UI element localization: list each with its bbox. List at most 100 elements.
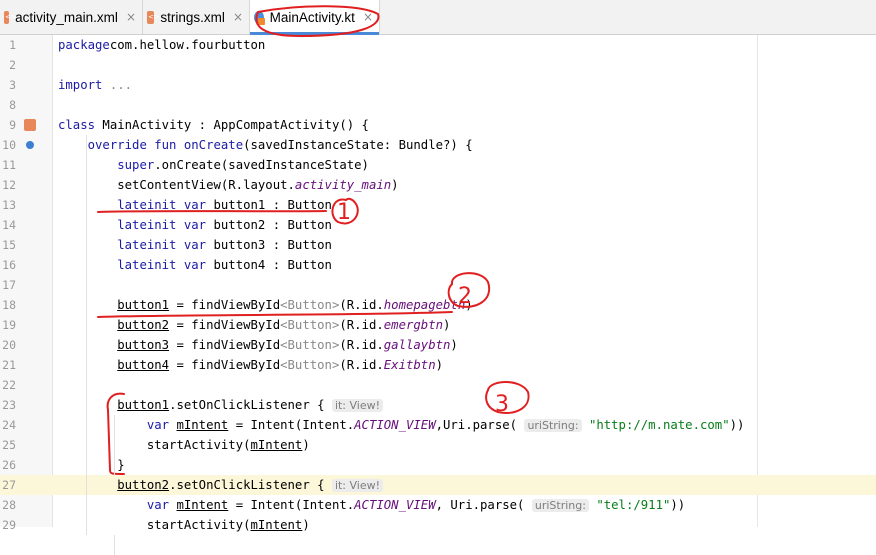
code-line[interactable]: 12 setContentView(R.layout.activity_main… xyxy=(0,175,876,195)
line-number: 15 xyxy=(2,238,16,252)
code-line[interactable]: 3 import ... xyxy=(0,75,876,95)
code-token: button4 : Button xyxy=(206,258,332,272)
code-line[interactable]: 16 lateinit var button4 : Button xyxy=(0,255,876,275)
code-token: button3 xyxy=(117,338,170,352)
tab-activity-main-xml[interactable]: activity_main.xml × xyxy=(0,0,143,34)
override-icon[interactable] xyxy=(26,141,34,149)
code-token: setContentView(R.layout. xyxy=(58,178,295,192)
code-line[interactable]: 10 override fun onCreate(savedInstanceSt… xyxy=(0,135,876,155)
code-token: mIntent xyxy=(176,418,229,432)
code-text: lateinit var button2 : Button xyxy=(58,215,332,235)
code-token: ) xyxy=(450,338,458,352)
code-text: button2.setOnClickListener { it: View! xyxy=(58,475,384,496)
code-line[interactable]: 1 packagecom.hellow.fourbutton xyxy=(0,35,876,55)
line-number: 16 xyxy=(2,258,16,272)
line-number: 8 xyxy=(9,98,16,112)
indent-guide xyxy=(114,415,115,475)
code-text: button3 = findViewById<Button>(R.id.gall… xyxy=(58,335,458,355)
code-line[interactable]: 9 class MainActivity : AppCompatActivity(… xyxy=(0,115,876,135)
code-token: lateinit var xyxy=(117,218,207,232)
line-number: 23 xyxy=(2,398,16,412)
code-token: ) xyxy=(465,298,473,312)
line-number: 26 xyxy=(2,458,16,472)
code-line[interactable]: 27 button2.setOnClickListener { it: View… xyxy=(0,475,876,495)
code-token: var xyxy=(146,418,170,432)
code-token: button4 xyxy=(117,358,170,372)
line-number: 28 xyxy=(2,498,16,512)
tab-label: strings.xml xyxy=(160,9,225,25)
close-tab-icon[interactable]: × xyxy=(363,10,373,24)
code-line[interactable]: 24 var mIntent = Intent(Intent.ACTION_VI… xyxy=(0,415,876,435)
code-line[interactable]: 14 lateinit var button2 : Button xyxy=(0,215,876,235)
code-line[interactable]: 21 button4 = findViewById<Button>(R.id.E… xyxy=(0,355,876,375)
code-line[interactable]: 23 button1.setOnClickListener { it: View… xyxy=(0,395,876,415)
code-text: setContentView(R.layout.activity_main) xyxy=(58,175,398,195)
code-token: = findViewById xyxy=(169,338,281,352)
code-token: <Button> xyxy=(280,358,340,372)
parameter-hint: uriString: xyxy=(524,419,582,432)
code-token: .onCreate(savedInstanceState) xyxy=(154,158,369,172)
code-line[interactable]: 29 startActivity(mIntent) xyxy=(0,515,876,535)
line-number: 12 xyxy=(2,178,16,192)
editor-tab-bar: activity_main.xml×strings.xml×MainActivi… xyxy=(0,0,876,35)
code-line[interactable]: 26 } xyxy=(0,455,876,475)
code-token: ACTION_VIEW xyxy=(354,498,436,512)
code-token: <Button> xyxy=(280,338,340,352)
code-token: mIntent xyxy=(250,518,303,532)
line-number: 1 xyxy=(9,38,16,52)
close-tab-icon[interactable]: × xyxy=(126,10,136,24)
code-text: button2 = findViewById<Button>(R.id.emer… xyxy=(58,315,450,335)
code-line[interactable]: 13 lateinit var button1 : Button xyxy=(0,195,876,215)
code-line[interactable]: 28 var mIntent = Intent(Intent.ACTION_VI… xyxy=(0,495,876,515)
code-token: package xyxy=(58,38,110,52)
code-token: <Button> xyxy=(280,298,340,312)
code-token: class xyxy=(58,118,96,132)
close-tab-icon[interactable]: × xyxy=(233,10,243,24)
code-token: button2 : Button xyxy=(206,218,332,232)
code-token: button1 xyxy=(117,398,170,412)
code-line[interactable]: 15 lateinit var button3 : Button xyxy=(0,235,876,255)
code-line[interactable]: 2 xyxy=(0,55,876,75)
code-line[interactable]: 8 xyxy=(0,95,876,115)
code-line[interactable]: 19 button2 = findViewById<Button>(R.id.e… xyxy=(0,315,876,335)
indent-guide xyxy=(86,135,87,535)
line-number: 10 xyxy=(2,138,16,152)
code-token: var xyxy=(146,498,170,512)
xml-file-icon xyxy=(4,10,17,24)
code-line[interactable]: 18 button1 = findViewById<Button>(R.id.h… xyxy=(0,295,876,315)
tab-strings-xml[interactable]: strings.xml × xyxy=(143,0,250,34)
code-token: lateinit var xyxy=(117,258,207,272)
code-line[interactable]: 20 button3 = findViewById<Button>(R.id.g… xyxy=(0,335,876,355)
code-line[interactable]: 17 xyxy=(0,275,876,295)
code-line[interactable]: 25 startActivity(mIntent) xyxy=(0,435,876,455)
line-number: 14 xyxy=(2,218,16,232)
line-number: 27 xyxy=(2,478,16,492)
code-line[interactable]: 22 xyxy=(0,375,876,395)
code-token: (savedInstanceState: Bundle?) { xyxy=(243,138,473,152)
code-token: (R.id. xyxy=(339,298,384,312)
kotlin-file-icon xyxy=(254,10,265,25)
code-token: <Button> xyxy=(280,318,340,332)
code-token: button1 : Button xyxy=(206,198,332,212)
tab-mainactivity-kt[interactable]: MainActivity.kt × xyxy=(250,0,380,35)
xml-layout-icon[interactable] xyxy=(24,119,36,131)
line-number: 29 xyxy=(2,518,16,532)
code-line[interactable]: 11 super.onCreate(savedInstanceState) xyxy=(0,155,876,175)
code-text: lateinit var button4 : Button xyxy=(58,255,332,275)
code-token: Exitbtn xyxy=(383,358,436,372)
code-token: import xyxy=(58,78,103,92)
code-text: lateinit var button1 : Button xyxy=(58,195,332,215)
line-number: 17 xyxy=(2,278,16,292)
code-token: homepagebtn xyxy=(383,298,466,312)
code-token: MainActivity : AppCompatActivity() { xyxy=(95,118,369,132)
